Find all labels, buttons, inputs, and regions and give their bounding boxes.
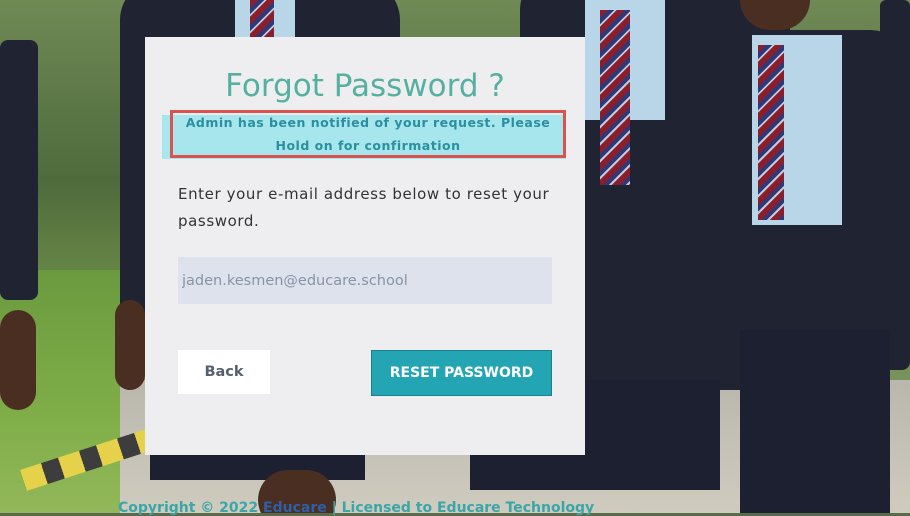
email-field[interactable] [178, 257, 552, 304]
license-text: Licensed to Educare Technology [341, 500, 595, 516]
reset-password-button[interactable]: RESET PASSWORD [371, 350, 552, 396]
instructions-text: Enter your e-mail address below to reset… [178, 185, 550, 230]
notice-highlight-box: Admin has been notified of your request.… [170, 110, 566, 158]
back-button[interactable]: Back [178, 350, 270, 394]
page-title: Forgot Password ? [225, 68, 505, 104]
educare-link[interactable]: Educare [263, 500, 327, 516]
notice-message: Admin has been notified of your request.… [185, 115, 551, 153]
copyright-text: Copyright © 2022 [118, 500, 259, 516]
forgot-password-card: Forgot Password ? Admin has been notifie… [145, 37, 585, 455]
footer-separator: | [331, 500, 337, 516]
footer: Copyright © 2022 Educare | Licensed to E… [118, 500, 638, 516]
